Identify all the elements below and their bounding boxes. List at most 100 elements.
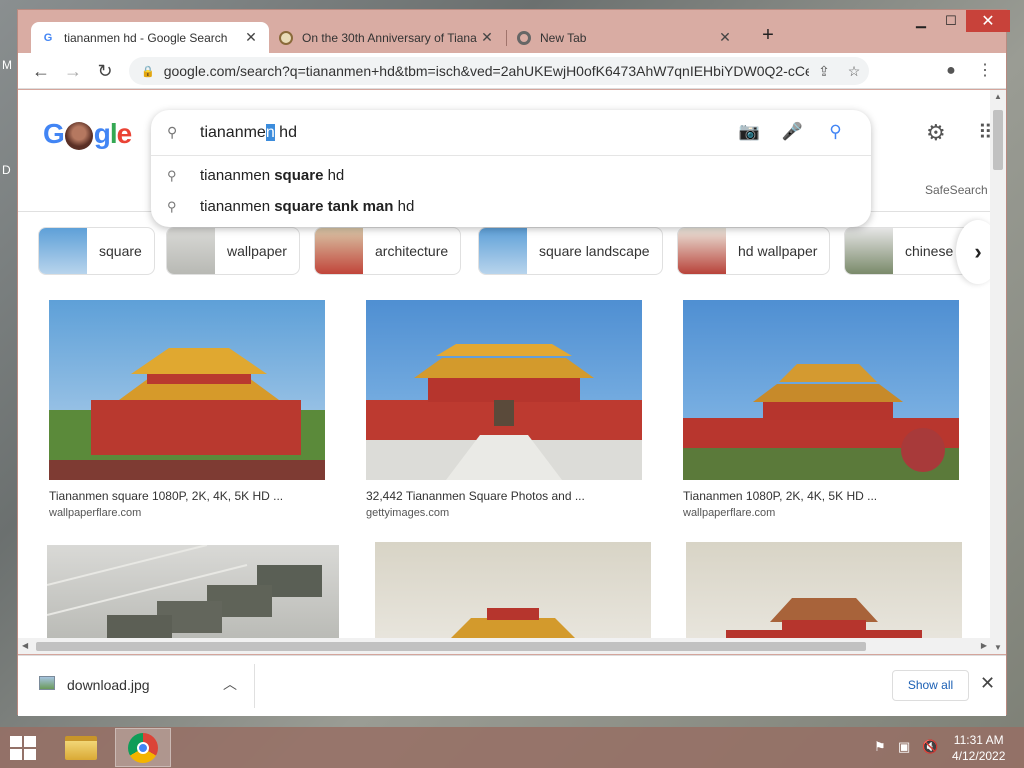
camera-icon[interactable]: 📷 (728, 122, 771, 142)
browser-window: G tiananmen hd - Google Search ✕ On the … (17, 9, 1010, 716)
result-source[interactable]: gettyimages.com (366, 507, 449, 519)
gate-image (49, 348, 325, 480)
chip-wallpaper[interactable]: wallpaper (166, 227, 300, 275)
show-all-button[interactable]: Show all (892, 670, 969, 701)
chip-label: wallpaper (227, 243, 287, 259)
system-clock[interactable]: 11:31 AM 4/12/2022 (952, 732, 1005, 764)
chip-label: architecture (375, 243, 449, 259)
search-input-row: ⚲ tiananmen hd 📷 🎤 ⚲ (151, 110, 871, 156)
desktop-label-m: M (2, 58, 12, 72)
gate-image (726, 598, 922, 646)
result-thumbnail[interactable] (47, 545, 339, 645)
network-icon[interactable]: ▣ (898, 739, 910, 755)
desktop-label-d: D (2, 163, 11, 177)
gate-image (683, 364, 959, 480)
result-source[interactable]: wallpaperflare.com (683, 507, 775, 519)
browser-toolbar: ← → ↻ 🔒 google.com/search?q=tiananmen+hd… (18, 53, 1006, 89)
safesearch-link[interactable]: SafeSearch (925, 183, 988, 197)
tank-image (47, 545, 322, 645)
result-title[interactable]: 32,442 Tiananmen Square Photos and ... (366, 489, 585, 503)
clock-time: 11:31 AM (953, 733, 1004, 747)
scroll-right-icon[interactable]: ▶ (981, 641, 987, 650)
microphone-icon[interactable]: 🎤 (771, 122, 814, 142)
file-explorer-button[interactable] (53, 728, 109, 767)
chip-hd-wallpaper[interactable]: hd wallpaper (677, 227, 831, 275)
chrome-taskbar-button[interactable] (115, 728, 171, 767)
address-bar[interactable]: 🔒 google.com/search?q=tiananmen+hd&tbm=i… (129, 57, 869, 85)
tab-title: New Tab (540, 30, 587, 45)
shelf-divider (254, 664, 255, 708)
close-window-button[interactable]: ✕ (966, 10, 1010, 32)
doodle-icon (64, 121, 93, 150)
seal-icon (279, 30, 293, 45)
result-title[interactable]: Tiananmen square 1080P, 2K, 4K, 5K HD ..… (49, 489, 283, 503)
chip-thumbnail (39, 228, 87, 274)
share-icon[interactable]: ⇪ (809, 63, 839, 80)
tab-new-tab[interactable]: New Tab ✕ (507, 22, 743, 53)
flag-icon[interactable]: ⚑ (874, 739, 886, 755)
taskbar: ⚑ ▣ 🔇 11:31 AM 4/12/2022 (0, 727, 1024, 768)
clock-date: 4/12/2022 (952, 749, 1006, 763)
chip-square-landscape[interactable]: square landscape (478, 227, 663, 275)
tab-anniversary[interactable]: On the 30th Anniversary of Tiana ✕ (269, 22, 505, 53)
chrome-icon (128, 732, 158, 763)
result-thumbnail[interactable] (375, 542, 651, 646)
tab-google-search[interactable]: G tiananmen hd - Google Search ✕ (31, 22, 269, 53)
suggestion-item[interactable]: ⚲ tiananmen square hd (151, 160, 871, 191)
scroll-thumb[interactable] (36, 642, 866, 651)
chip-architecture[interactable]: architecture (314, 227, 462, 275)
minimize-button[interactable]: ▁ (906, 10, 936, 32)
result-thumbnail[interactable] (366, 300, 642, 480)
result-source[interactable]: wallpaperflare.com (49, 507, 141, 519)
windows-start-icon[interactable] (10, 736, 38, 760)
close-icon[interactable]: ✕ (717, 29, 733, 46)
bookmark-star-icon[interactable]: ☆ (839, 63, 869, 80)
profile-icon[interactable]: ● (938, 59, 964, 83)
gate-image (443, 608, 583, 646)
search-actions: 📷 🎤 ⚲ (728, 122, 857, 142)
chevron-up-icon[interactable]: ︿ (223, 674, 237, 694)
scroll-down-icon[interactable]: ▼ (994, 643, 1002, 652)
google-logo[interactable]: Ggle (43, 118, 132, 150)
result-thumbnail[interactable] (686, 542, 962, 646)
result-thumbnail[interactable] (49, 300, 325, 480)
menu-icon[interactable]: ⋮ (972, 59, 998, 83)
result-thumbnail[interactable] (683, 300, 959, 480)
scroll-thumb[interactable] (993, 110, 1003, 170)
close-icon[interactable]: ✕ (243, 29, 259, 46)
result-title[interactable]: Tiananmen 1080P, 2K, 4K, 5K HD ... (683, 489, 877, 503)
vertical-scrollbar[interactable]: ▲ ▼ (990, 90, 1006, 654)
back-button[interactable]: ← (29, 59, 53, 83)
scroll-left-icon[interactable]: ◀ (22, 641, 28, 650)
settings-gear-icon[interactable]: ⚙ (926, 120, 946, 146)
download-shelf: download.jpg ︿ Show all ✕ (18, 655, 1006, 716)
search-submit-icon[interactable]: ⚲ (814, 122, 857, 142)
chip-square[interactable]: square (38, 227, 155, 275)
reload-button[interactable]: ↻ (93, 59, 117, 83)
chip-thumbnail (167, 228, 215, 274)
search-box: ⚲ tiananmen hd 📷 🎤 ⚲ ⚲ tiananmen square … (151, 110, 871, 227)
maximize-button[interactable]: ☐ (936, 10, 966, 32)
gate-image (366, 344, 642, 480)
new-tab-button[interactable]: + (756, 24, 780, 48)
chrome-icon (517, 30, 531, 45)
tab-title: tiananmen hd - Google Search (64, 30, 228, 45)
chip-label: square landscape (539, 243, 650, 259)
lock-icon[interactable]: 🔒 (141, 65, 155, 78)
close-icon[interactable]: ✕ (980, 673, 995, 694)
chip-thumbnail (479, 228, 527, 274)
search-input[interactable]: tiananmen hd (200, 124, 297, 142)
chip-thumbnail (845, 228, 893, 274)
speaker-muted-icon[interactable]: 🔇 (922, 739, 938, 755)
search-icon: ⚲ (167, 167, 177, 183)
tab-strip: G tiananmen hd - Google Search ✕ On the … (18, 10, 1010, 53)
scroll-up-icon[interactable]: ▲ (994, 92, 1002, 101)
download-filename[interactable]: download.jpg (67, 677, 150, 693)
forward-button[interactable]: → (61, 59, 85, 83)
horizontal-scrollbar[interactable]: ◀ ▶ (18, 638, 991, 654)
suggestion-item[interactable]: ⚲ tiananmen square tank man hd (151, 191, 871, 222)
url-text[interactable]: google.com/search?q=tiananmen+hd&tbm=isc… (164, 63, 809, 79)
close-icon[interactable]: ✕ (479, 29, 495, 46)
google-g-icon: G (43, 31, 53, 44)
suggestion-text: tiananmen square tank man hd (200, 198, 415, 215)
